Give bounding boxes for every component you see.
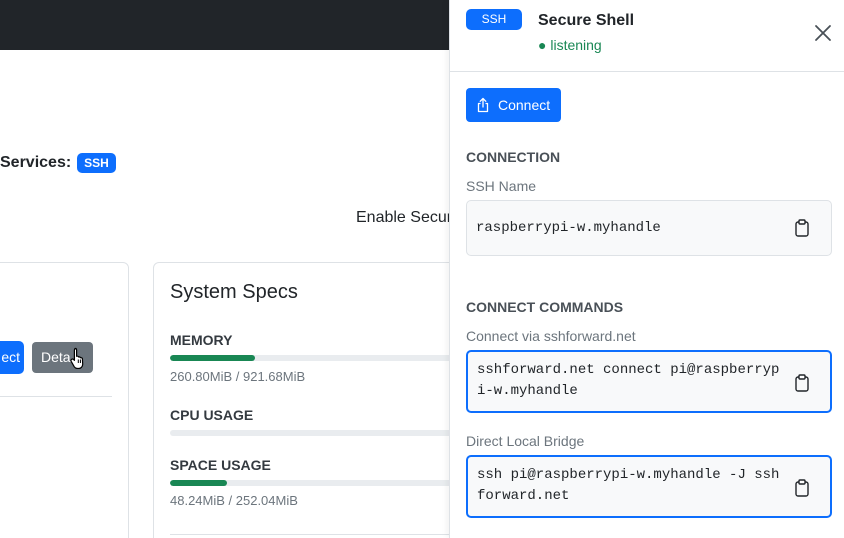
ssh-name-value: raspberrypi-w.myhandle	[476, 220, 661, 236]
share-icon	[477, 97, 489, 113]
space-usage-label: SPACE USAGE	[170, 457, 271, 473]
memory-progress	[170, 355, 470, 361]
connect-button[interactable]: Connect	[466, 88, 561, 122]
local-bridge-label: Direct Local Bridge	[466, 433, 585, 449]
local-bridge-value: ssh pi@raspberrypi-w.myhandle -J sshforw…	[477, 467, 780, 504]
local-bridge-field[interactable]: ssh pi@raspberrypi-w.myhandle -J sshforw…	[466, 455, 832, 518]
device-card	[0, 262, 129, 538]
connect-button-label: Connect	[498, 97, 551, 113]
connection-heading: CONNECTION	[466, 149, 561, 165]
card-divider	[0, 396, 112, 397]
service-detail-panel: SSH Secure Shell ● listening Connect CON…	[449, 0, 844, 538]
space-usage-progress-fill	[170, 480, 228, 486]
sshforward-command-field[interactable]: sshforward.net connect pi@raspberrypi-w.…	[466, 350, 832, 413]
memory-progress-fill	[170, 355, 255, 361]
space-usage-value: 48.24MiB / 252.04MiB	[170, 493, 298, 508]
sshforward-command-label: Connect via sshforward.net	[466, 328, 636, 344]
device-connect-button[interactable]: ect	[0, 341, 24, 374]
services-row: Services: SSH	[0, 153, 116, 173]
enable-service-text: Enable Secur	[356, 209, 453, 226]
cpu-usage-label: CPU USAGE	[170, 407, 254, 423]
close-icon[interactable]	[812, 22, 834, 44]
clipboard-icon[interactable]	[794, 374, 810, 392]
panel-title: Secure Shell	[538, 12, 635, 29]
sshforward-command-value: sshforward.net connect pi@raspberrypi-w.…	[477, 362, 780, 399]
services-label: Services:	[0, 154, 72, 171]
top-navbar	[0, 0, 450, 50]
ssh-name-field[interactable]: raspberrypi-w.myhandle	[466, 200, 832, 256]
memory-value: 260.80MiB / 921.68MiB	[170, 369, 306, 384]
clipboard-icon[interactable]	[794, 219, 810, 237]
status-indicator: ● listening	[538, 37, 602, 53]
specs-divider	[170, 534, 460, 535]
system-specs-title: System Specs	[170, 281, 298, 303]
cpu-usage-progress	[170, 430, 470, 436]
panel-service-badge: SSH	[466, 9, 522, 30]
memory-label: MEMORY	[170, 332, 233, 348]
clipboard-icon[interactable]	[794, 479, 810, 497]
space-usage-progress	[170, 480, 470, 486]
ssh-name-label: SSH Name	[466, 178, 537, 194]
service-badge-ssh[interactable]: SSH	[77, 153, 116, 173]
connect-commands-heading: CONNECT COMMANDS	[466, 299, 624, 315]
hand-cursor-icon	[70, 347, 84, 369]
panel-header: SSH Secure Shell ● listening	[450, 0, 844, 72]
